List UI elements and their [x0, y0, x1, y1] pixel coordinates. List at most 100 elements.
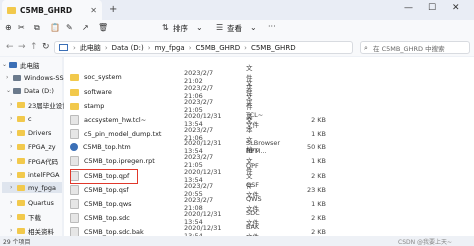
breadcrumb-c5mb-ghrd[interactable]: C5MB_GHRD — [196, 44, 241, 52]
sidebar-item-my-fpga[interactable]: › my_fpga — [2, 182, 62, 193]
file-name: C5MB_top.qws — [84, 200, 132, 208]
file-size: 2 KB — [311, 214, 326, 222]
search-icon: ⌕ — [364, 44, 368, 52]
sidebar-item-folder[interactable]: › 23届毕业设计 — [10, 99, 69, 110]
file-date: 2023/2/7 21:02 — [184, 69, 214, 85]
search-box[interactable]: ⌕ 在 C5MB_GHRD 中搜索 — [360, 41, 470, 54]
file-row[interactable]: software 2023/2/7 21:06 文件夹 — [66, 79, 253, 107]
file-size: 50 KB — [306, 143, 326, 151]
file-name: C5MB_top.htm — [83, 143, 131, 151]
document-icon — [70, 156, 79, 166]
cut-icon[interactable]: ✂ — [18, 23, 25, 32]
new-button[interactable]: ⊕ — [5, 23, 12, 32]
file-row[interactable]: stamp 2023/2/7 21:05 文件夹 — [66, 93, 253, 121]
sort-icon: ⇅ — [162, 23, 169, 32]
folder-icon — [17, 184, 25, 191]
minimize-button[interactable]: — — [404, 3, 413, 13]
address-bar[interactable]: › 此电脑 › Data (D:) › my_fpga › C5MB_GHRD … — [54, 41, 353, 54]
file-name: soc_system — [84, 73, 122, 81]
chevron-down-icon: ⌄ — [196, 23, 203, 32]
sidebar-item-folder[interactable]: › FPGA_zy — [10, 141, 56, 152]
search-placeholder: 在 C5MB_GHRD 中搜索 — [373, 44, 445, 53]
selection-highlight-box — [70, 169, 138, 184]
file-size: 1 KB — [311, 200, 326, 208]
folder-icon — [17, 227, 25, 234]
file-name: c5_pin_model_dump.txt — [84, 130, 162, 138]
more-button[interactable]: ··· — [268, 22, 276, 31]
breadcrumb-c5mb-ghrd-sub[interactable]: C5MB_GHRD — [251, 44, 296, 52]
file-row[interactable]: C5MB_top.ipregen.rpt 2023/2/7 21:05 RPT … — [66, 147, 326, 175]
file-row[interactable]: C5MB_top.qws 2023/2/7 21:08 QWS 文件 1 KB — [66, 195, 326, 213]
file-row[interactable]: accsystem_hw.tcl~ 2020/12/31 13:54 TCL~ … — [66, 111, 326, 129]
document-icon — [70, 129, 79, 139]
document-icon — [70, 115, 79, 125]
file-name: accsystem_hw.tcl~ — [84, 116, 147, 124]
file-row[interactable]: C5MB_top.sdc 2020/12/31 13:54 SDC 文件 2 K… — [66, 209, 326, 227]
file-size: 1 KB — [311, 130, 326, 138]
folder-icon — [70, 88, 79, 96]
copy-icon[interactable]: ⧉ — [34, 23, 40, 33]
sidebar-item-windows-ssd[interactable]: › Windows-SSD — [6, 72, 69, 83]
delete-icon[interactable]: 🗑 — [98, 23, 108, 32]
close-window-button[interactable]: ✕ — [452, 3, 460, 13]
sidebar-item-folder[interactable]: › Quartus — [10, 197, 54, 208]
file-size: 2 KB — [311, 116, 326, 124]
folder-icon — [17, 129, 25, 136]
sidebar-item-data-drive[interactable]: ⌄ Data (D:) — [6, 85, 54, 96]
file-name: C5MB_top.sdc — [84, 214, 130, 222]
breadcrumb-my-fpga[interactable]: my_fpga — [155, 44, 185, 52]
file-row[interactable]: c5_pin_model_dump.txt 2023/2/7 21:06 文本文… — [66, 116, 326, 154]
rename-icon[interactable]: ✎ — [66, 23, 73, 32]
view-icon: ☰ — [216, 23, 224, 32]
drive-icon — [13, 87, 21, 94]
file-row[interactable]: C5MB_top.qsf 2023/2/7 20:55 QSF 文件 23 KB — [66, 181, 326, 199]
drive-icon — [13, 74, 21, 81]
paste-icon[interactable]: 📋 — [50, 23, 60, 32]
chevron-down-icon: ⌄ — [250, 23, 257, 32]
document-icon — [70, 185, 79, 195]
document-icon — [70, 213, 79, 223]
sidebar-item-folder[interactable]: › 下载 — [10, 211, 41, 222]
file-date: 2023/2/7 21:05 — [184, 153, 214, 169]
view-button[interactable]: 查看 — [227, 23, 242, 34]
browser-icon — [70, 143, 78, 151]
sort-button[interactable]: 排序 — [173, 23, 188, 34]
file-size: 23 KB — [306, 186, 326, 194]
file-name: software — [84, 88, 112, 96]
breadcrumb-drive[interactable]: Data (D:) — [112, 44, 144, 52]
sidebar-item-folder[interactable]: › FPGA代码 — [10, 155, 58, 166]
sidebar-item-folder[interactable]: › c — [10, 113, 32, 124]
sidebar-item-folder[interactable]: › 相关资料 — [10, 225, 54, 236]
folder-icon — [17, 101, 25, 108]
maximize-button[interactable]: ☐ — [428, 3, 436, 13]
sidebar-item-folder[interactable]: › intelFPGA — [10, 169, 59, 180]
folder-icon — [70, 102, 79, 110]
file-name: C5MB_top.sdc.bak — [84, 228, 144, 236]
folder-icon — [17, 157, 25, 164]
status-bar: 29 个项目 CSDN @我要上天~ — [0, 236, 474, 246]
folder-icon — [17, 199, 25, 206]
file-size: 1 KB — [311, 157, 326, 165]
folder-icon — [17, 171, 25, 178]
computer-icon — [59, 44, 68, 51]
share-icon[interactable]: ↗ — [82, 23, 89, 32]
computer-icon — [9, 61, 17, 68]
sidebar-item-folder[interactable]: › Drivers — [10, 127, 51, 138]
navigation-pane: ⌄ 此电脑 › Windows-SSD ⌄ Data (D:) › 23届毕业设… — [0, 57, 69, 236]
up-icon[interactable]: ↑ — [30, 42, 38, 52]
folder-icon — [17, 213, 25, 220]
breadcrumb-pc[interactable]: 此电脑 — [80, 43, 101, 53]
forward-icon[interactable]: → — [18, 42, 26, 52]
folder-icon — [17, 115, 25, 122]
sidebar-item-this-pc[interactable]: ⌄ 此电脑 — [2, 59, 40, 70]
close-tab-icon[interactable]: ✕ — [90, 6, 97, 15]
back-icon[interactable]: ← — [6, 42, 14, 52]
document-icon — [70, 199, 79, 209]
refresh-icon[interactable]: ↻ — [42, 42, 50, 52]
file-size: 2 KB — [311, 172, 326, 180]
file-name: C5MB_top.qsf — [84, 186, 129, 194]
file-row[interactable]: C5MB_top.htm 2020/12/31 13:54 SLBrowser … — [66, 139, 326, 155]
new-tab-icon[interactable]: + — [109, 4, 117, 15]
window-tab[interactable]: C5MB_GHRD ✕ — [2, 0, 102, 20]
file-row[interactable]: soc_system 2023/2/7 21:02 文件夹 — [66, 64, 253, 92]
